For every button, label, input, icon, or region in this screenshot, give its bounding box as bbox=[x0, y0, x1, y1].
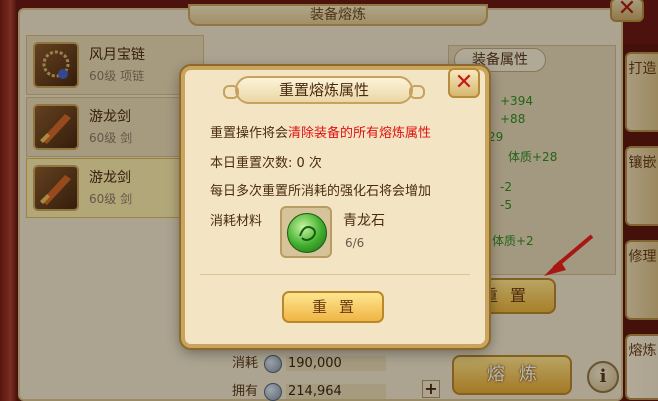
dialog-warning: 重置操作将会清除装备的所有熔炼属性 bbox=[210, 126, 432, 141]
dialog-title: 重置熔炼属性 bbox=[223, 76, 425, 104]
green-dragon-stone-icon bbox=[287, 213, 327, 253]
material-count: 6/6 bbox=[345, 236, 365, 250]
warning-highlight: 清除装备的所有熔炼属性 bbox=[288, 126, 432, 141]
dialog-close-button[interactable]: ✕ bbox=[448, 68, 480, 98]
dialog-divider bbox=[200, 274, 470, 275]
dialog-note: 每日多次重置所消耗的强化石将会增加 bbox=[210, 184, 432, 199]
confirm-reset-button[interactable]: 重置 bbox=[282, 291, 384, 323]
material-label: 消耗材料 bbox=[210, 214, 263, 229]
material-name: 青龙石 bbox=[343, 213, 385, 229]
material-slot[interactable] bbox=[280, 206, 332, 258]
daily-reset-count: 本日重置次数: 0 次 bbox=[210, 156, 322, 171]
